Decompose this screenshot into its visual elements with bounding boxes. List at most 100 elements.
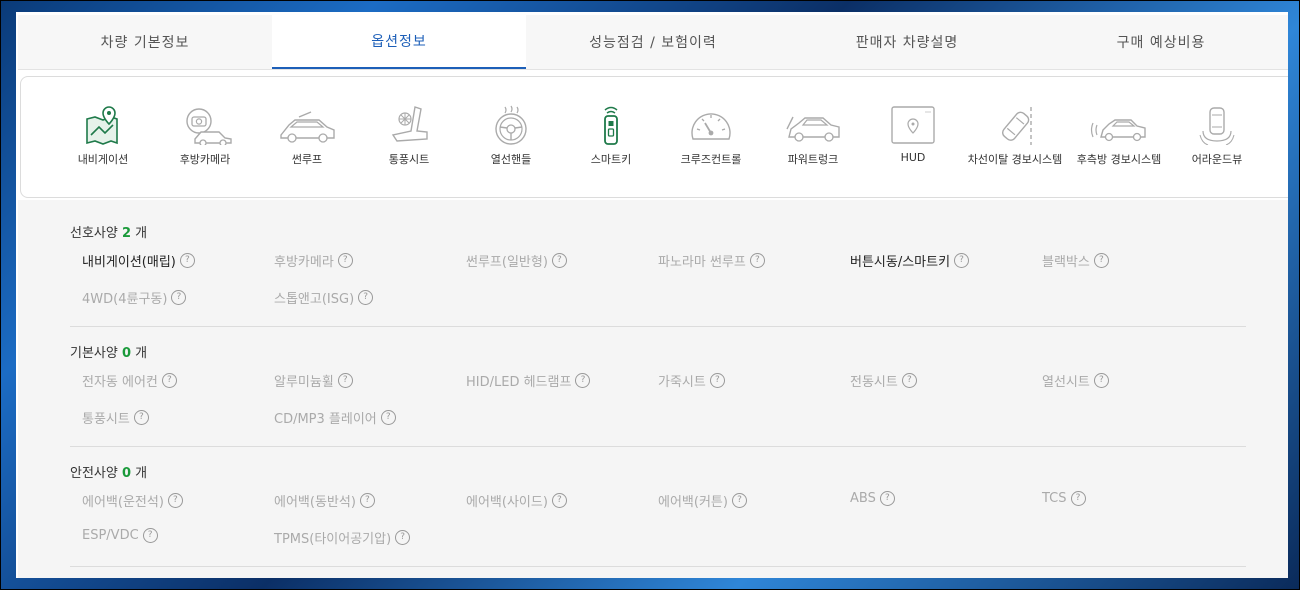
section-title: 기본사양 0 개 [70, 346, 148, 361]
help-icon[interactable]: ? [749, 253, 765, 268]
vehicle-detail-panel: 차량 기본정보 옵션정보 성능점검 / 보험이력 판매자 차량설명 구매 예상비… [16, 12, 1288, 578]
help-icon[interactable]: ? [551, 493, 567, 508]
option-power-trunk: 파워트렁크 [763, 105, 863, 167]
help-icon[interactable]: ? [142, 528, 158, 543]
smart-key-icon [604, 106, 618, 145]
option-item: ABS? [850, 491, 895, 506]
option-item: 열선시트? [1042, 371, 1109, 390]
option-label: 통풍시트 [388, 153, 430, 166]
help-icon[interactable]: ? [358, 290, 374, 305]
option-item: 에어백(사이드)? [466, 491, 567, 510]
section-count: 2 [121, 226, 132, 241]
option-item: ESP/VDC? [82, 528, 158, 543]
section-title: 안전사양 0 개 [70, 466, 148, 481]
option-item: 버튼시동/스마트키? [850, 251, 970, 270]
option-hud: HUD [863, 105, 963, 164]
help-icon[interactable]: ? [879, 491, 895, 506]
help-icon[interactable]: ? [337, 373, 353, 388]
option-label: 내비게이션 [77, 153, 129, 166]
help-icon[interactable]: ? [133, 410, 149, 425]
option-rear-camera: 후방카메라 [155, 105, 255, 167]
tab-inspection-insurance[interactable]: 성능점검 / 보험이력 [526, 15, 780, 69]
divider [70, 326, 1246, 327]
option-navigation: 내비게이션 [53, 105, 153, 167]
option-label: 썬루프 [291, 153, 323, 166]
help-icon[interactable]: ? [731, 493, 747, 508]
option-heated-steering: 열선핸들 [461, 105, 561, 167]
option-label: HUD [900, 151, 926, 164]
around-view-icon [1199, 107, 1235, 145]
option-item: 파노라마 썬루프? [658, 251, 765, 270]
tab-seller-description[interactable]: 판매자 차량설명 [780, 15, 1034, 69]
help-icon[interactable]: ? [161, 373, 177, 388]
section-count: 0 [121, 466, 132, 481]
option-label: 어라운드뷰 [1191, 153, 1243, 166]
option-cruise-control: 크루즈컨트롤 [661, 105, 761, 167]
option-item: 블랙박스? [1042, 251, 1109, 270]
help-icon[interactable]: ? [709, 373, 725, 388]
help-icon[interactable]: ? [171, 290, 187, 305]
help-icon[interactable]: ? [1070, 491, 1086, 506]
tab-basic-info[interactable]: 차량 기본정보 [18, 15, 272, 69]
help-icon[interactable]: ? [575, 373, 591, 388]
help-icon[interactable]: ? [359, 493, 375, 508]
option-smart-key: 스마트키 [561, 105, 661, 167]
option-item: 내비게이션(매립)? [82, 251, 195, 270]
option-item: TPMS(타이어공기압)? [274, 528, 411, 547]
option-item: 4WD(4륜구동)? [82, 288, 187, 307]
help-icon[interactable]: ? [1093, 373, 1109, 388]
section-title: 선호사양 2 개 [70, 226, 148, 241]
option-item: 에어백(커튼)? [658, 491, 747, 510]
option-icons-strip: 내비게이션 후방카메라 썬루프 통풍시트 열선핸들 스마트키 크루즈컨트롤 파워… [20, 76, 1288, 198]
option-label: 후방카메라 [179, 153, 231, 166]
tab-bar: 차량 기본정보 옵션정보 성능점검 / 보험이력 판매자 차량설명 구매 예상비… [18, 15, 1288, 70]
navigation-map-icon [86, 106, 118, 145]
option-item: 에어백(운전석)? [82, 491, 183, 510]
option-label: 차선이탈 경보시스템 [967, 153, 1063, 166]
power-trunk-icon [786, 116, 840, 142]
cruise-control-icon [691, 113, 731, 140]
option-label: 후측방 경보시스템 [1076, 153, 1162, 166]
option-item: CD/MP3 플레이어? [274, 408, 396, 427]
sunroof-icon [280, 111, 335, 143]
option-item: HID/LED 헤드램프? [466, 371, 591, 390]
help-icon[interactable]: ? [380, 410, 396, 425]
help-icon[interactable]: ? [1093, 253, 1109, 268]
heated-steering-icon [495, 105, 527, 145]
help-icon[interactable]: ? [551, 253, 567, 268]
option-blind-spot: 후측방 경보시스템 [1069, 105, 1169, 167]
option-item: 알루미늄휠? [274, 371, 353, 390]
ventilated-seat-icon [391, 106, 428, 142]
option-around-view: 어라운드뷰 [1167, 105, 1267, 167]
divider [70, 566, 1246, 567]
help-icon[interactable]: ? [167, 493, 183, 508]
tab-options[interactable]: 옵션정보 [272, 15, 526, 69]
help-icon[interactable]: ? [395, 530, 411, 545]
option-item: 스톱앤고(ISG)? [274, 288, 374, 307]
blind-spot-icon [1090, 119, 1146, 142]
tab-estimated-cost[interactable]: 구매 예상비용 [1034, 15, 1288, 69]
section-count: 0 [121, 346, 132, 361]
option-item: TCS? [1042, 491, 1086, 506]
help-icon[interactable]: ? [179, 253, 195, 268]
help-icon[interactable]: ? [954, 253, 970, 268]
option-detail-list: 선호사양 2 개 내비게이션(매립)? 후방카메라? 썬루프(일반형)? 파노라… [18, 200, 1288, 578]
option-lane-departure: 차선이탈 경보시스템 [965, 105, 1065, 167]
help-icon[interactable]: ? [337, 253, 353, 268]
option-sunroof: 썬루프 [257, 105, 357, 167]
option-label: 열선핸들 [490, 153, 532, 166]
help-icon[interactable]: ? [901, 373, 917, 388]
option-ventilated-seat: 통풍시트 [359, 105, 459, 167]
divider [70, 446, 1246, 447]
option-item: 에어백(동반석)? [274, 491, 375, 510]
option-item: 가죽시트? [658, 371, 725, 390]
option-label: 스마트키 [590, 153, 632, 166]
rear-camera-icon [186, 108, 232, 145]
option-label: 파워트렁크 [787, 153, 839, 166]
option-item: 전자동 에어컨? [82, 371, 177, 390]
hud-icon [891, 106, 935, 144]
option-item: 썬루프(일반형)? [466, 251, 567, 270]
lane-departure-icon [1001, 107, 1032, 145]
option-item: 통풍시트? [82, 408, 149, 427]
option-label: 크루즈컨트롤 [680, 153, 742, 166]
